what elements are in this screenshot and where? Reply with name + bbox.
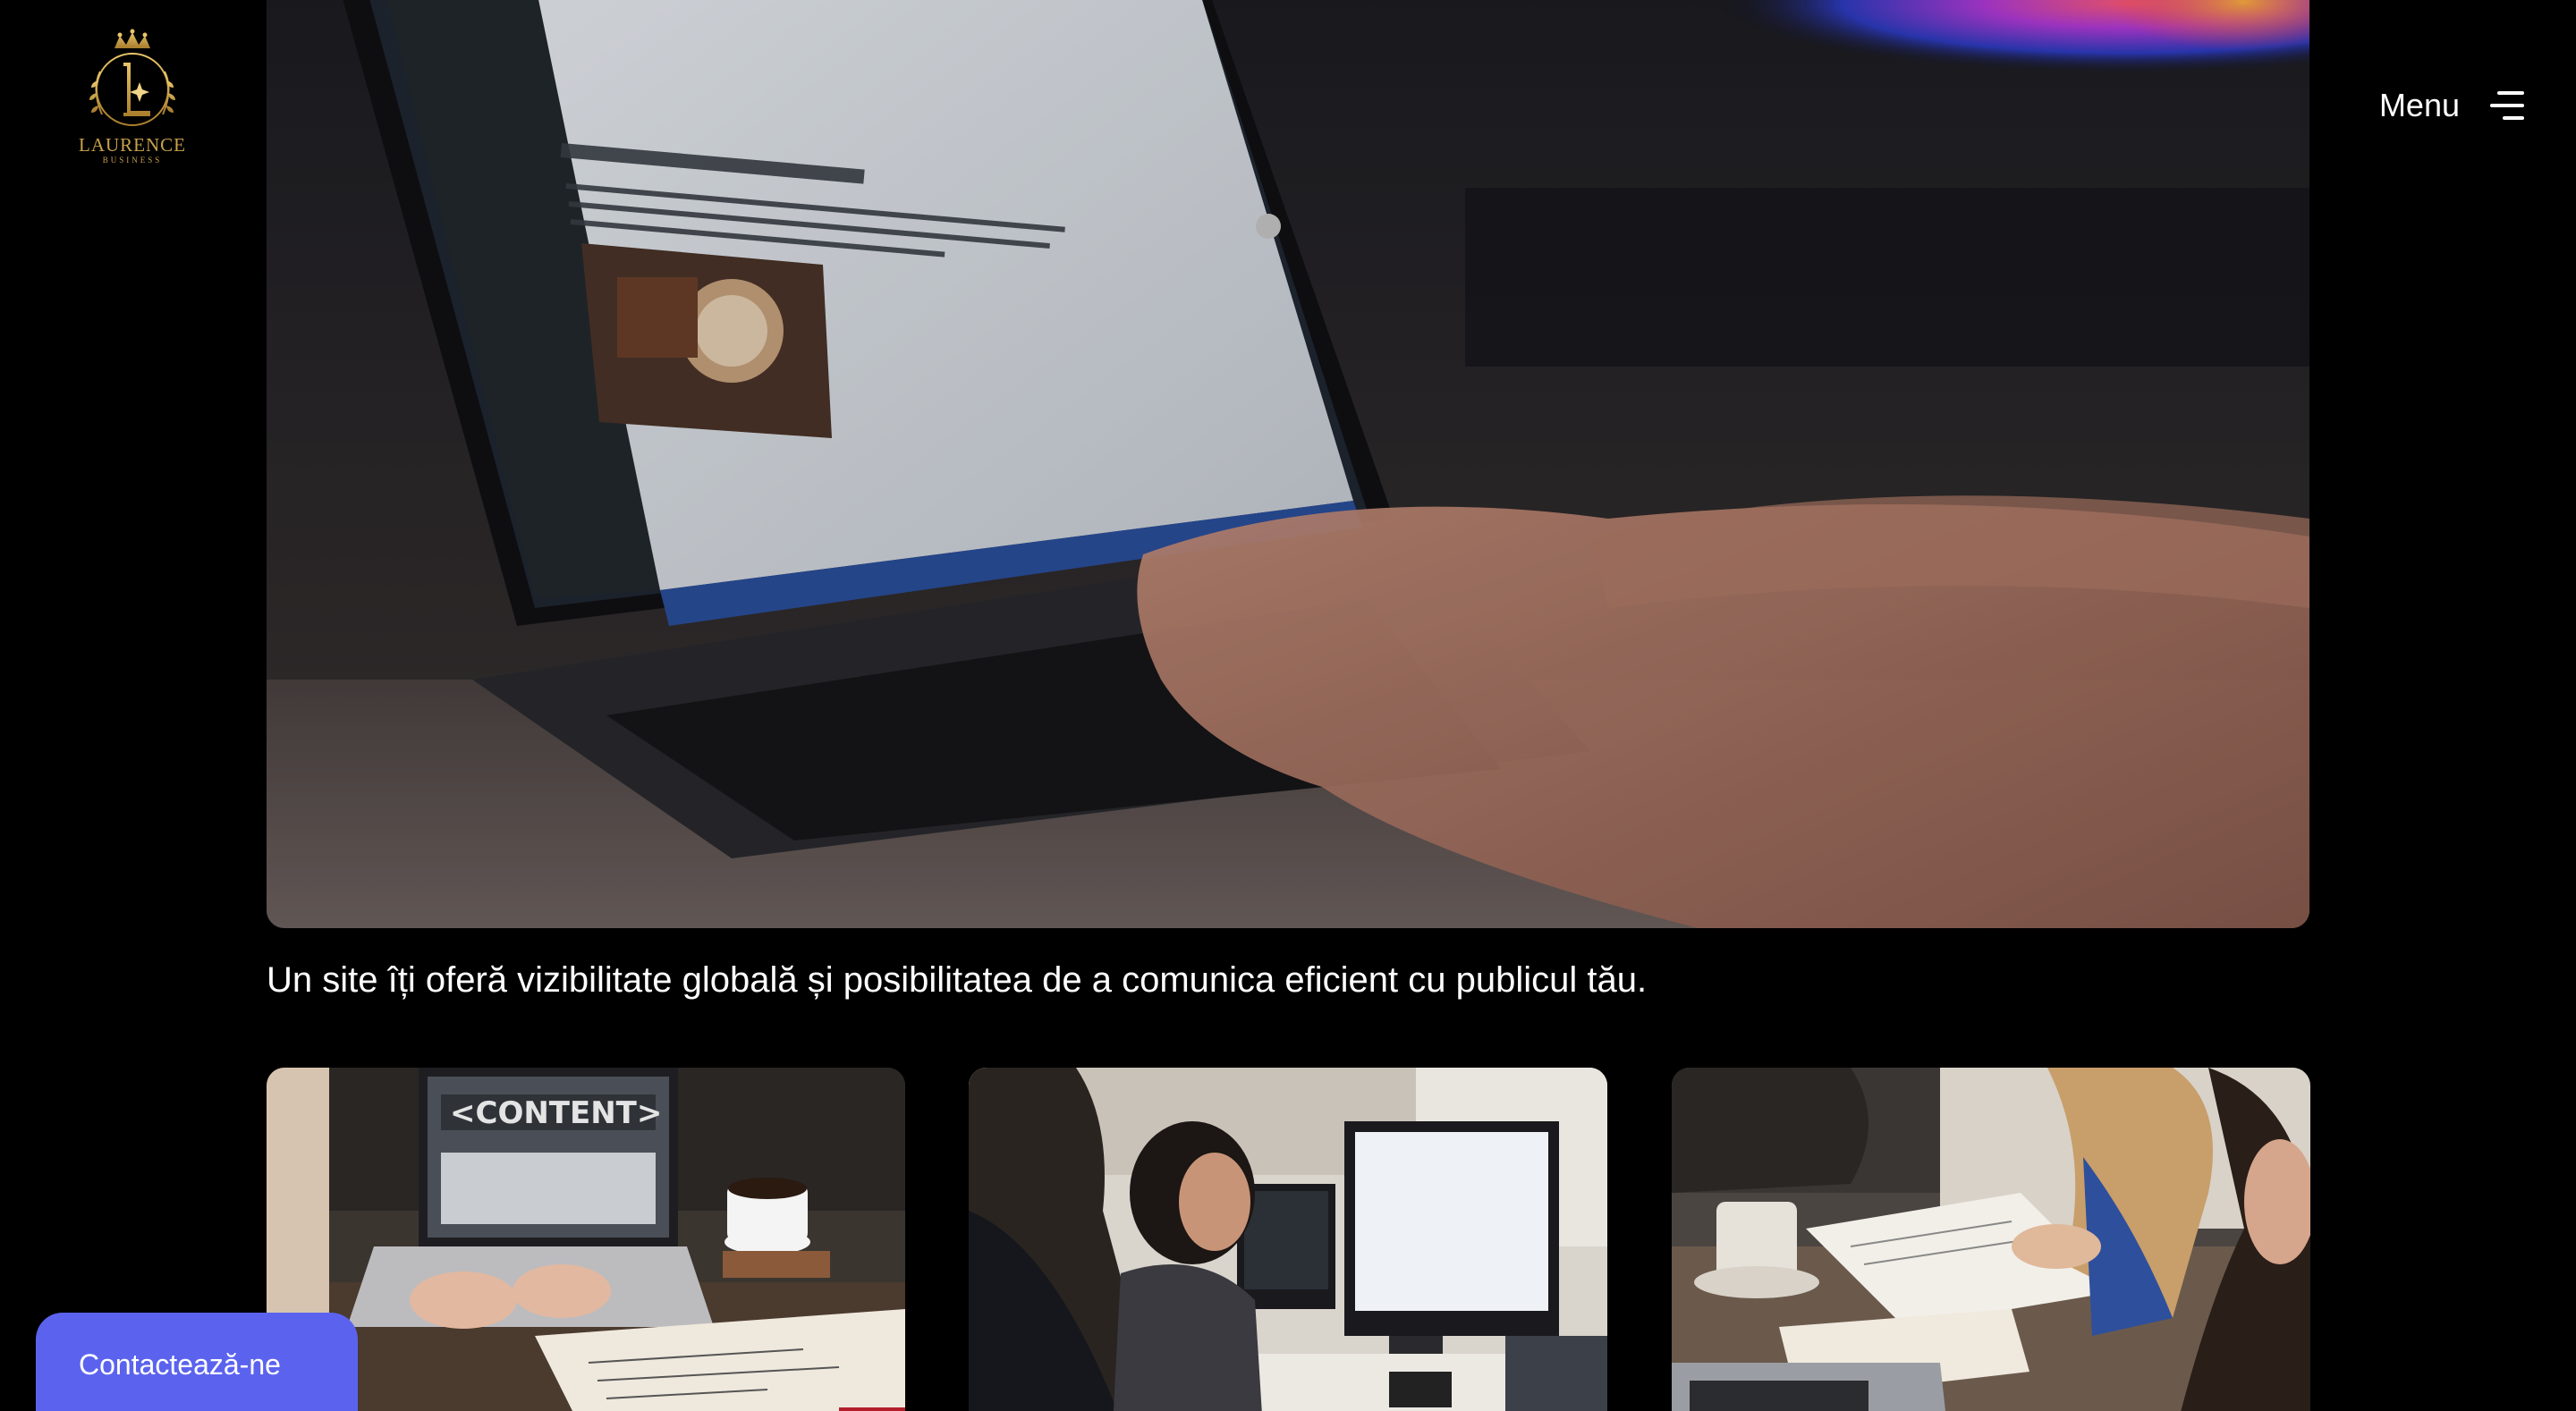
team-at-computers-photo — [969, 1068, 1607, 1411]
menu-button[interactable]: Menu — [2379, 82, 2524, 129]
gallery-card-meeting[interactable] — [1672, 1068, 2310, 1411]
gallery-card-team[interactable] — [969, 1068, 1607, 1411]
laptop-blog-editor-photo — [267, 0, 2309, 928]
hero-image — [267, 0, 2309, 928]
hero-tagline: Un site îți oferă vizibilitate globală ș… — [267, 960, 1648, 1000]
meeting-notes-photo — [1672, 1068, 2310, 1411]
page: LAURENCE BUSINESS Menu Un site îți oferă… — [0, 0, 2576, 1411]
menu-label: Menu — [2378, 87, 2460, 123]
content-laptop-coffee-photo: <CONTENT> — [267, 1068, 905, 1411]
logo-brand-text: LAURENCE — [79, 134, 186, 156]
gallery-card-content[interactable]: <CONTENT> — [267, 1068, 905, 1411]
contact-button[interactable]: Contactează-ne — [36, 1313, 358, 1411]
logo-sub-text: BUSINESS — [102, 156, 163, 165]
svg-text:<CONTENT>: <CONTENT> — [450, 1095, 662, 1131]
logo[interactable]: LAURENCE BUSINESS — [79, 29, 186, 172]
hamburger-menu-icon — [2490, 89, 2524, 122]
